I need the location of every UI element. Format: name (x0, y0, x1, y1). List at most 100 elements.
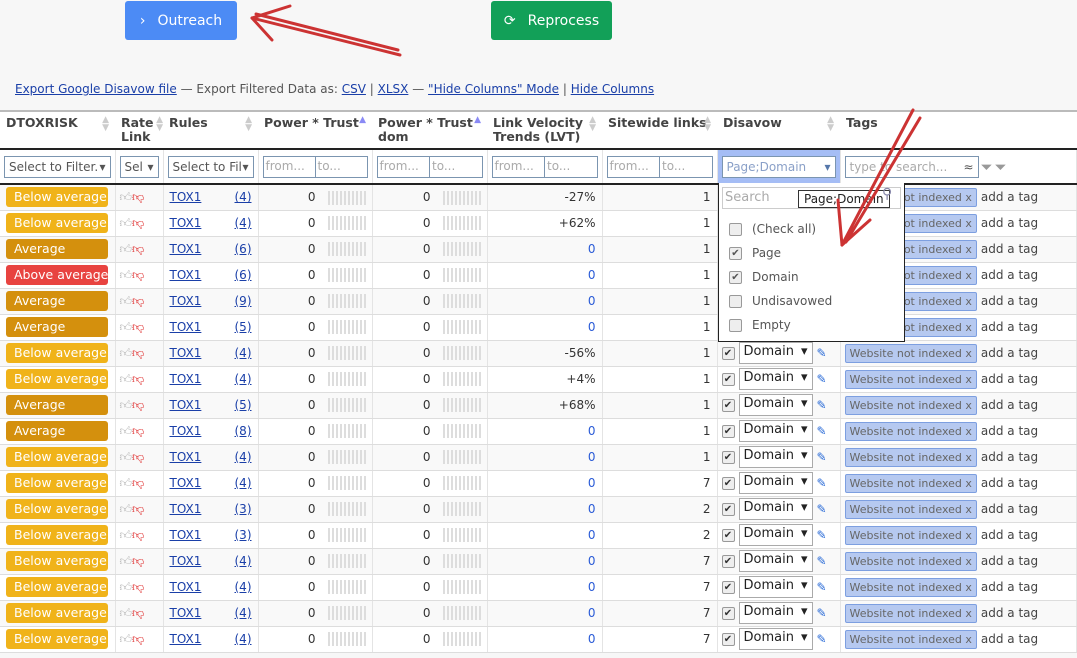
thumbs-up-icon[interactable]: 👍︎ (120, 242, 133, 256)
to-input[interactable]: to... (430, 157, 482, 177)
thumbs-down-icon[interactable]: 👎︎ (132, 502, 144, 516)
sort-icon[interactable]: ▲ ▼ (102, 116, 109, 133)
thumbs-up-icon[interactable]: 👍︎ (120, 216, 133, 230)
rule-count-link[interactable]: (4) (235, 372, 252, 386)
tag-remove-icon[interactable]: x (965, 425, 972, 438)
csv-link[interactable]: CSV (342, 82, 366, 96)
xlsx-link[interactable]: XLSX (378, 82, 409, 96)
disavow-select[interactable]: Domain ▾ (738, 498, 813, 520)
thumbs-up-icon[interactable]: 👍︎ (120, 372, 133, 386)
rule-link[interactable]: TOX1 (170, 554, 202, 568)
col-rate-link[interactable]: Rate Link ▲ ▼ (115, 110, 163, 150)
tags-search-input[interactable]: type to search... ≈ (844, 155, 979, 178)
reprocess-button[interactable]: ⟳ Reprocess (491, 1, 612, 40)
disavow-select[interactable]: Domain ▾ (738, 368, 813, 390)
rule-link[interactable]: TOX1 (170, 632, 202, 646)
col-power-trust-dom[interactable]: Power * Trust dom ▲ (372, 110, 487, 150)
rule-link[interactable]: TOX1 (170, 528, 202, 542)
edit-icon[interactable]: ✎ (817, 580, 827, 594)
rule-link[interactable]: TOX1 (170, 450, 202, 464)
rule-link[interactable]: TOX1 (170, 372, 202, 386)
to-input[interactable]: to... (316, 157, 367, 177)
add-tag-input[interactable]: add a tag (981, 502, 1038, 516)
disavow-checkbox[interactable]: ✔ (721, 372, 735, 386)
tag-remove-icon[interactable]: x (965, 295, 972, 308)
thumbs-up-icon[interactable]: 👍︎ (120, 346, 133, 360)
tag-remove-icon[interactable]: x (965, 217, 972, 230)
rule-count-link[interactable]: (4) (235, 554, 252, 568)
rules-filter[interactable]: Select to Fil ▾ (167, 155, 254, 178)
disavow-checkbox[interactable]: ✔ (721, 580, 735, 594)
rule-count-link[interactable]: (4) (235, 476, 252, 490)
edit-icon[interactable]: ✎ (817, 424, 827, 438)
thumbs-up-icon[interactable]: 👍︎ (120, 606, 133, 620)
option-checkbox[interactable] (729, 294, 742, 308)
edit-icon[interactable]: ✎ (817, 372, 827, 386)
col-dtoxrisk[interactable]: DTOXRISK ▲ ▼ (0, 110, 115, 150)
disavow-checkbox[interactable]: ✔ (721, 450, 735, 464)
thumbs-down-icon[interactable]: 👎︎ (132, 346, 144, 360)
tag-remove-icon[interactable]: x (965, 243, 972, 256)
thumbs-down-icon[interactable]: 👎︎ (132, 632, 144, 646)
rule-count-link[interactable]: (5) (235, 398, 252, 412)
rule-count-link[interactable]: (4) (235, 346, 252, 360)
thumbs-up-icon[interactable]: 👍︎ (120, 632, 133, 646)
rate-filter[interactable]: Sel ▾ (119, 155, 159, 178)
rule-count-link[interactable]: (3) (235, 528, 252, 542)
disavow-checkbox[interactable]: ✔ (721, 476, 735, 490)
rule-count-link[interactable]: (8) (235, 424, 252, 438)
add-tag-input[interactable]: add a tag (981, 476, 1038, 490)
rule-link[interactable]: TOX1 (170, 294, 202, 308)
thumbs-down-icon[interactable]: 👎︎ (132, 554, 144, 568)
dropdown-option[interactable]: Empty (719, 313, 904, 337)
sort-icon[interactable]: ▲ ▼ (156, 116, 163, 133)
col-sitewide[interactable]: Sitewide links ▲ ▼ (602, 110, 717, 150)
edit-icon[interactable]: ✎ (817, 476, 827, 490)
dropdown-option[interactable]: ✔ Domain (719, 265, 904, 289)
tag-remove-icon[interactable]: x (965, 503, 972, 516)
add-tag-input[interactable]: add a tag (981, 294, 1038, 308)
sort-icon[interactable]: ▲ ▼ (589, 116, 596, 133)
filter-add-icon[interactable]: ⏷ (981, 158, 993, 176)
from-input[interactable]: from... (378, 156, 430, 177)
rule-count-link[interactable]: (9) (235, 294, 252, 308)
rule-link[interactable]: TOX1 (170, 242, 202, 256)
thumbs-up-icon[interactable]: 👍︎ (120, 294, 133, 308)
col-rules[interactable]: Rules ▲ ▼ (163, 110, 258, 150)
disavow-select[interactable]: Domain ▾ (738, 446, 813, 468)
hide-columns-link[interactable]: Hide Columns (571, 82, 654, 96)
thumbs-up-icon[interactable]: 👍︎ (120, 424, 133, 438)
tag-remove-icon[interactable]: x (965, 373, 972, 386)
thumbs-up-icon[interactable]: 👍︎ (120, 398, 133, 412)
add-tag-input[interactable]: add a tag (981, 554, 1038, 568)
tag-remove-icon[interactable]: x (965, 529, 972, 542)
tag-remove-icon[interactable]: x (965, 477, 972, 490)
sort-icon[interactable]: ▲ ▼ (827, 116, 834, 133)
tag-remove-icon[interactable]: x (965, 399, 972, 412)
add-tag-input[interactable]: add a tag (981, 398, 1038, 412)
hide-columns-mode-link[interactable]: "Hide Columns" Mode (428, 82, 559, 96)
edit-icon[interactable]: ✎ (817, 554, 827, 568)
add-tag-input[interactable]: add a tag (981, 320, 1038, 334)
disavow-checkbox[interactable]: ✔ (721, 528, 735, 542)
rule-link[interactable]: TOX1 (170, 268, 202, 282)
rule-count-link[interactable]: (4) (235, 190, 252, 204)
edit-icon[interactable]: ✎ (817, 606, 827, 620)
add-tag-input[interactable]: add a tag (981, 632, 1038, 646)
disavow-select[interactable]: Domain ▾ (738, 342, 813, 364)
thumbs-down-icon[interactable]: 👎︎ (132, 216, 144, 230)
thumbs-up-icon[interactable]: 👍︎ (120, 502, 133, 516)
edit-icon[interactable]: ✎ (817, 502, 827, 516)
rule-count-link[interactable]: (4) (235, 450, 252, 464)
dropdown-option[interactable]: Undisavowed (719, 289, 904, 313)
edit-icon[interactable]: ✎ (817, 450, 827, 464)
tag-remove-icon[interactable]: x (965, 321, 972, 334)
rule-count-link[interactable]: (3) (235, 502, 252, 516)
disavow-select[interactable]: Domain ▾ (738, 524, 813, 546)
option-checkbox[interactable] (729, 222, 742, 236)
add-tag-input[interactable]: add a tag (981, 346, 1038, 360)
outreach-button[interactable]: › Outreach (125, 1, 237, 40)
add-tag-input[interactable]: add a tag (981, 216, 1038, 230)
disavow-checkbox[interactable]: ✔ (721, 398, 735, 412)
edit-icon[interactable]: ✎ (817, 528, 827, 542)
